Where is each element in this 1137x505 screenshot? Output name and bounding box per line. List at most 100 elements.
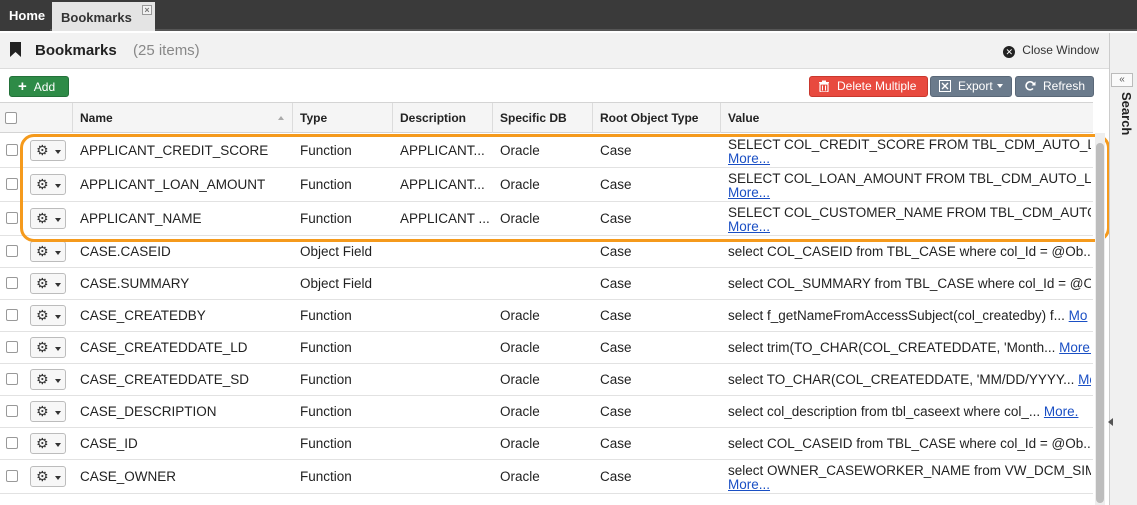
search-panel-label[interactable]: Search xyxy=(1116,92,1134,152)
plus-icon: + xyxy=(18,78,27,95)
root-text: Case xyxy=(600,177,632,192)
value-cell: select COL_CASEID from TBL_CASE where co… xyxy=(721,428,1091,459)
row-checkbox[interactable] xyxy=(6,144,18,156)
row-actions-button[interactable]: ⚙ xyxy=(30,241,66,262)
scrollbar-thumb[interactable] xyxy=(1096,143,1104,503)
more-link[interactable]: Mo xyxy=(1069,308,1088,323)
type-text: Object Field xyxy=(300,244,373,259)
table-row[interactable]: ⚙ CASE.CASEID Object Field Case select COL_C… xyxy=(0,236,1093,268)
more-link[interactable]: More. xyxy=(1044,404,1079,419)
table-row[interactable]: ⚙ APPLICANT_LOAN_AMOUNT Function APPLICANT.… xyxy=(0,168,1093,202)
table-row[interactable]: ⚙ CASE_ID Function Oracle Case select COL_CAS… xyxy=(0,428,1093,460)
name-text: CASE.CASEID xyxy=(80,244,171,259)
table-row[interactable]: ⚙ APPLICANT_NAME Function APPLICANT ... Orac… xyxy=(0,202,1093,236)
table-row[interactable]: ⚙ CASE_CREATEDDATE_LD Function Oracle Case se… xyxy=(0,332,1093,364)
root-text: Case xyxy=(600,469,632,484)
row-checkbox[interactable] xyxy=(6,245,18,257)
value-text: select OWNER_CASEWORKER_NAME from VW_DCM… xyxy=(728,463,1091,478)
row-checkbox[interactable] xyxy=(6,309,18,321)
more-link[interactable]: Mor xyxy=(1078,372,1091,387)
specific-db-cell: Oracle xyxy=(493,364,593,395)
description-cell: APPLICANT ... xyxy=(393,202,491,235)
add-button[interactable]: + Add xyxy=(9,76,69,97)
row-actions-button[interactable]: ⚙ xyxy=(30,208,66,229)
close-window-button[interactable]: ✕ Close Window xyxy=(1003,43,1099,58)
more-link[interactable]: More... xyxy=(728,185,770,200)
header-actions-cell xyxy=(23,103,73,133)
row-checkbox[interactable] xyxy=(6,277,18,289)
column-header-specific-db[interactable]: Specific DB xyxy=(493,103,593,133)
description-cell xyxy=(393,396,491,427)
tab-close-icon[interactable]: × xyxy=(142,5,152,15)
db-text: Oracle xyxy=(500,340,540,355)
row-checkbox[interactable] xyxy=(6,470,18,482)
value-cell: select trim(TO_CHAR(COL_CREATEDDATE, 'Mo… xyxy=(721,332,1091,363)
root-object-type-cell: Case xyxy=(593,168,721,201)
column-header-type[interactable]: Type xyxy=(293,103,393,133)
type-text: Function xyxy=(300,211,352,226)
tab-home[interactable]: Home xyxy=(0,0,50,31)
description-cell xyxy=(393,268,491,299)
gear-icon: ⚙ xyxy=(36,142,49,158)
table-row[interactable]: ⚙ CASE_CREATEDBY Function Oracle Case select … xyxy=(0,300,1093,332)
more-link[interactable]: More... xyxy=(728,219,770,234)
description-cell xyxy=(393,460,491,493)
more-link[interactable]: More. xyxy=(1059,340,1091,355)
expand-arrow-icon[interactable] xyxy=(1108,418,1113,426)
select-all-checkbox[interactable] xyxy=(5,112,17,124)
type-cell: Function xyxy=(293,168,393,201)
row-checkbox[interactable] xyxy=(6,373,18,385)
export-button[interactable]: Export xyxy=(930,76,1012,97)
type-text: Function xyxy=(300,372,352,387)
row-actions-button[interactable]: ⚙ xyxy=(30,140,66,161)
type-text: Function xyxy=(300,404,352,419)
db-text: Oracle xyxy=(500,308,540,323)
row-actions-button[interactable]: ⚙ xyxy=(30,273,66,294)
db-text: Oracle xyxy=(500,404,540,419)
export-label: Export xyxy=(958,79,993,93)
row-actions-button[interactable]: ⚙ xyxy=(30,305,66,326)
page-title: Bookmarks xyxy=(35,42,117,59)
row-checkbox[interactable] xyxy=(6,405,18,417)
name-cell: CASE_CREATEDDATE_SD xyxy=(73,364,293,395)
root-text: Case xyxy=(600,308,632,323)
more-link[interactable]: More... xyxy=(728,151,770,166)
more-link[interactable]: More... xyxy=(728,477,770,492)
row-actions-button[interactable]: ⚙ xyxy=(30,174,66,195)
row-actions-button[interactable]: ⚙ xyxy=(30,369,66,390)
table-row[interactable]: ⚙ CASE.SUMMARY Object Field Case select COL_… xyxy=(0,268,1093,300)
name-text: APPLICANT_LOAN_AMOUNT xyxy=(80,177,266,192)
type-cell: Function xyxy=(293,428,393,459)
grid-scrollbar[interactable] xyxy=(1095,133,1105,505)
table-row[interactable]: ⚙ CASE_CREATEDDATE_SD Function Oracle Case se… xyxy=(0,364,1093,396)
gear-icon: ⚙ xyxy=(36,176,49,192)
row-actions-button[interactable]: ⚙ xyxy=(30,466,66,487)
row-checkbox[interactable] xyxy=(6,178,18,190)
root-text: Case xyxy=(600,436,632,451)
column-header-root-object-type[interactable]: Root Object Type xyxy=(593,103,721,133)
column-header-value[interactable]: Value xyxy=(721,103,1093,133)
column-header-name[interactable]: Name xyxy=(73,103,293,133)
tab-bookmarks[interactable]: Bookmarks × xyxy=(52,0,155,31)
description-text: APPLICANT... xyxy=(400,177,485,192)
row-actions-button[interactable]: ⚙ xyxy=(30,337,66,358)
close-window-label: Close Window xyxy=(1022,43,1099,57)
table-row[interactable]: ⚙ CASE_OWNER Function Oracle Case select OWNE… xyxy=(0,460,1093,494)
table-row[interactable]: ⚙ APPLICANT_CREDIT_SCORE Function APPLICANT… xyxy=(0,134,1093,168)
row-checkbox[interactable] xyxy=(6,437,18,449)
toolbar: + Add Delete Multiple Export Refresh xyxy=(0,70,1109,102)
delete-multiple-button[interactable]: Delete Multiple xyxy=(809,76,928,97)
value-cell: select f_getNameFromAccessSubject(col_cr… xyxy=(721,300,1091,331)
row-actions-button[interactable]: ⚙ xyxy=(30,433,66,454)
column-header-description[interactable]: Description xyxy=(393,103,493,133)
row-checkbox[interactable] xyxy=(6,341,18,353)
row-actions-button[interactable]: ⚙ xyxy=(30,401,66,422)
collapse-panel-icon[interactable]: « xyxy=(1111,73,1133,87)
row-checkbox[interactable] xyxy=(6,212,18,224)
root-object-type-cell: Case xyxy=(593,332,721,363)
refresh-button[interactable]: Refresh xyxy=(1015,76,1094,97)
chevron-down-icon xyxy=(55,150,61,154)
table-row[interactable]: ⚙ CASE_DESCRIPTION Function Oracle Case selec… xyxy=(0,396,1093,428)
name-text: CASE_OWNER xyxy=(80,469,177,484)
item-count: (25 items) xyxy=(133,42,200,59)
